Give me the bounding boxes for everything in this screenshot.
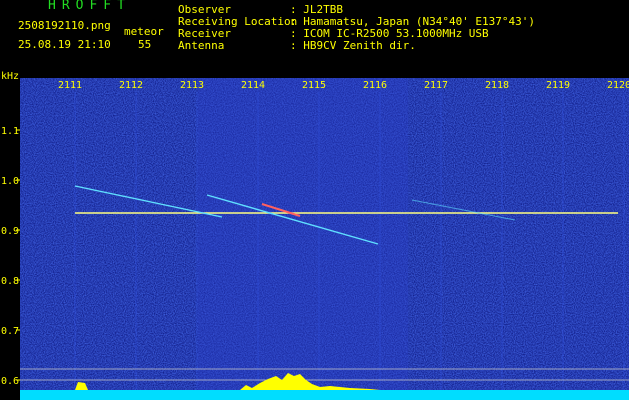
frequency-unit-label: kHz bbox=[1, 71, 20, 82]
time-tick-2117: 2117 bbox=[424, 80, 448, 91]
freq-tick-0.6: 0.6 bbox=[1, 376, 19, 387]
info-antenna-value: : HB9CV Zenith dir. bbox=[290, 39, 416, 52]
app-title: HROFFT bbox=[48, 0, 131, 13]
spectrogram-bright-region bbox=[198, 78, 408, 400]
time-tick-2118: 2118 bbox=[485, 80, 509, 91]
freq-tick-0.8: 0.8 bbox=[1, 276, 19, 287]
mode-label: meteor bbox=[124, 25, 164, 38]
freq-tick-0.7: 0.7 bbox=[1, 326, 19, 337]
time-tick-2116: 2116 bbox=[363, 80, 387, 91]
timestamp: 25.08.19 21:10 bbox=[18, 38, 111, 51]
time-tick-2114: 2114 bbox=[241, 80, 265, 91]
freq-tick-1.1: 1.1 bbox=[1, 126, 19, 137]
spectrogram: 2111 2112 2113 2114 2115 2116 2117 2118 2119 2120… bbox=[1, 78, 629, 400]
time-tick-2113: 2113 bbox=[180, 80, 204, 91]
meteor-count: 55 bbox=[138, 38, 152, 51]
time-tick-2115: 2115 bbox=[302, 80, 326, 91]
time-tick-2111: 2111 bbox=[58, 80, 82, 91]
hrofft-window: HROFFT 2508192110.png meteor 25.08.19 21… bbox=[0, 0, 629, 400]
info-antenna-label: Antenna bbox=[178, 39, 225, 52]
time-tick-2119: 2119 bbox=[546, 80, 570, 91]
signal-baseline bbox=[20, 390, 629, 400]
freq-tick-1.0: 1.0 bbox=[1, 176, 19, 187]
freq-tick-0.9: 0.9 bbox=[1, 226, 19, 237]
time-tick-2112: 2112 bbox=[119, 80, 143, 91]
file-name: 2508192110.png bbox=[18, 19, 111, 32]
time-tick-2120: 2120 bbox=[607, 80, 629, 91]
frequency-axis: 1.1 1.0 0.9 0.8 0.7 0.6 bbox=[1, 126, 20, 387]
